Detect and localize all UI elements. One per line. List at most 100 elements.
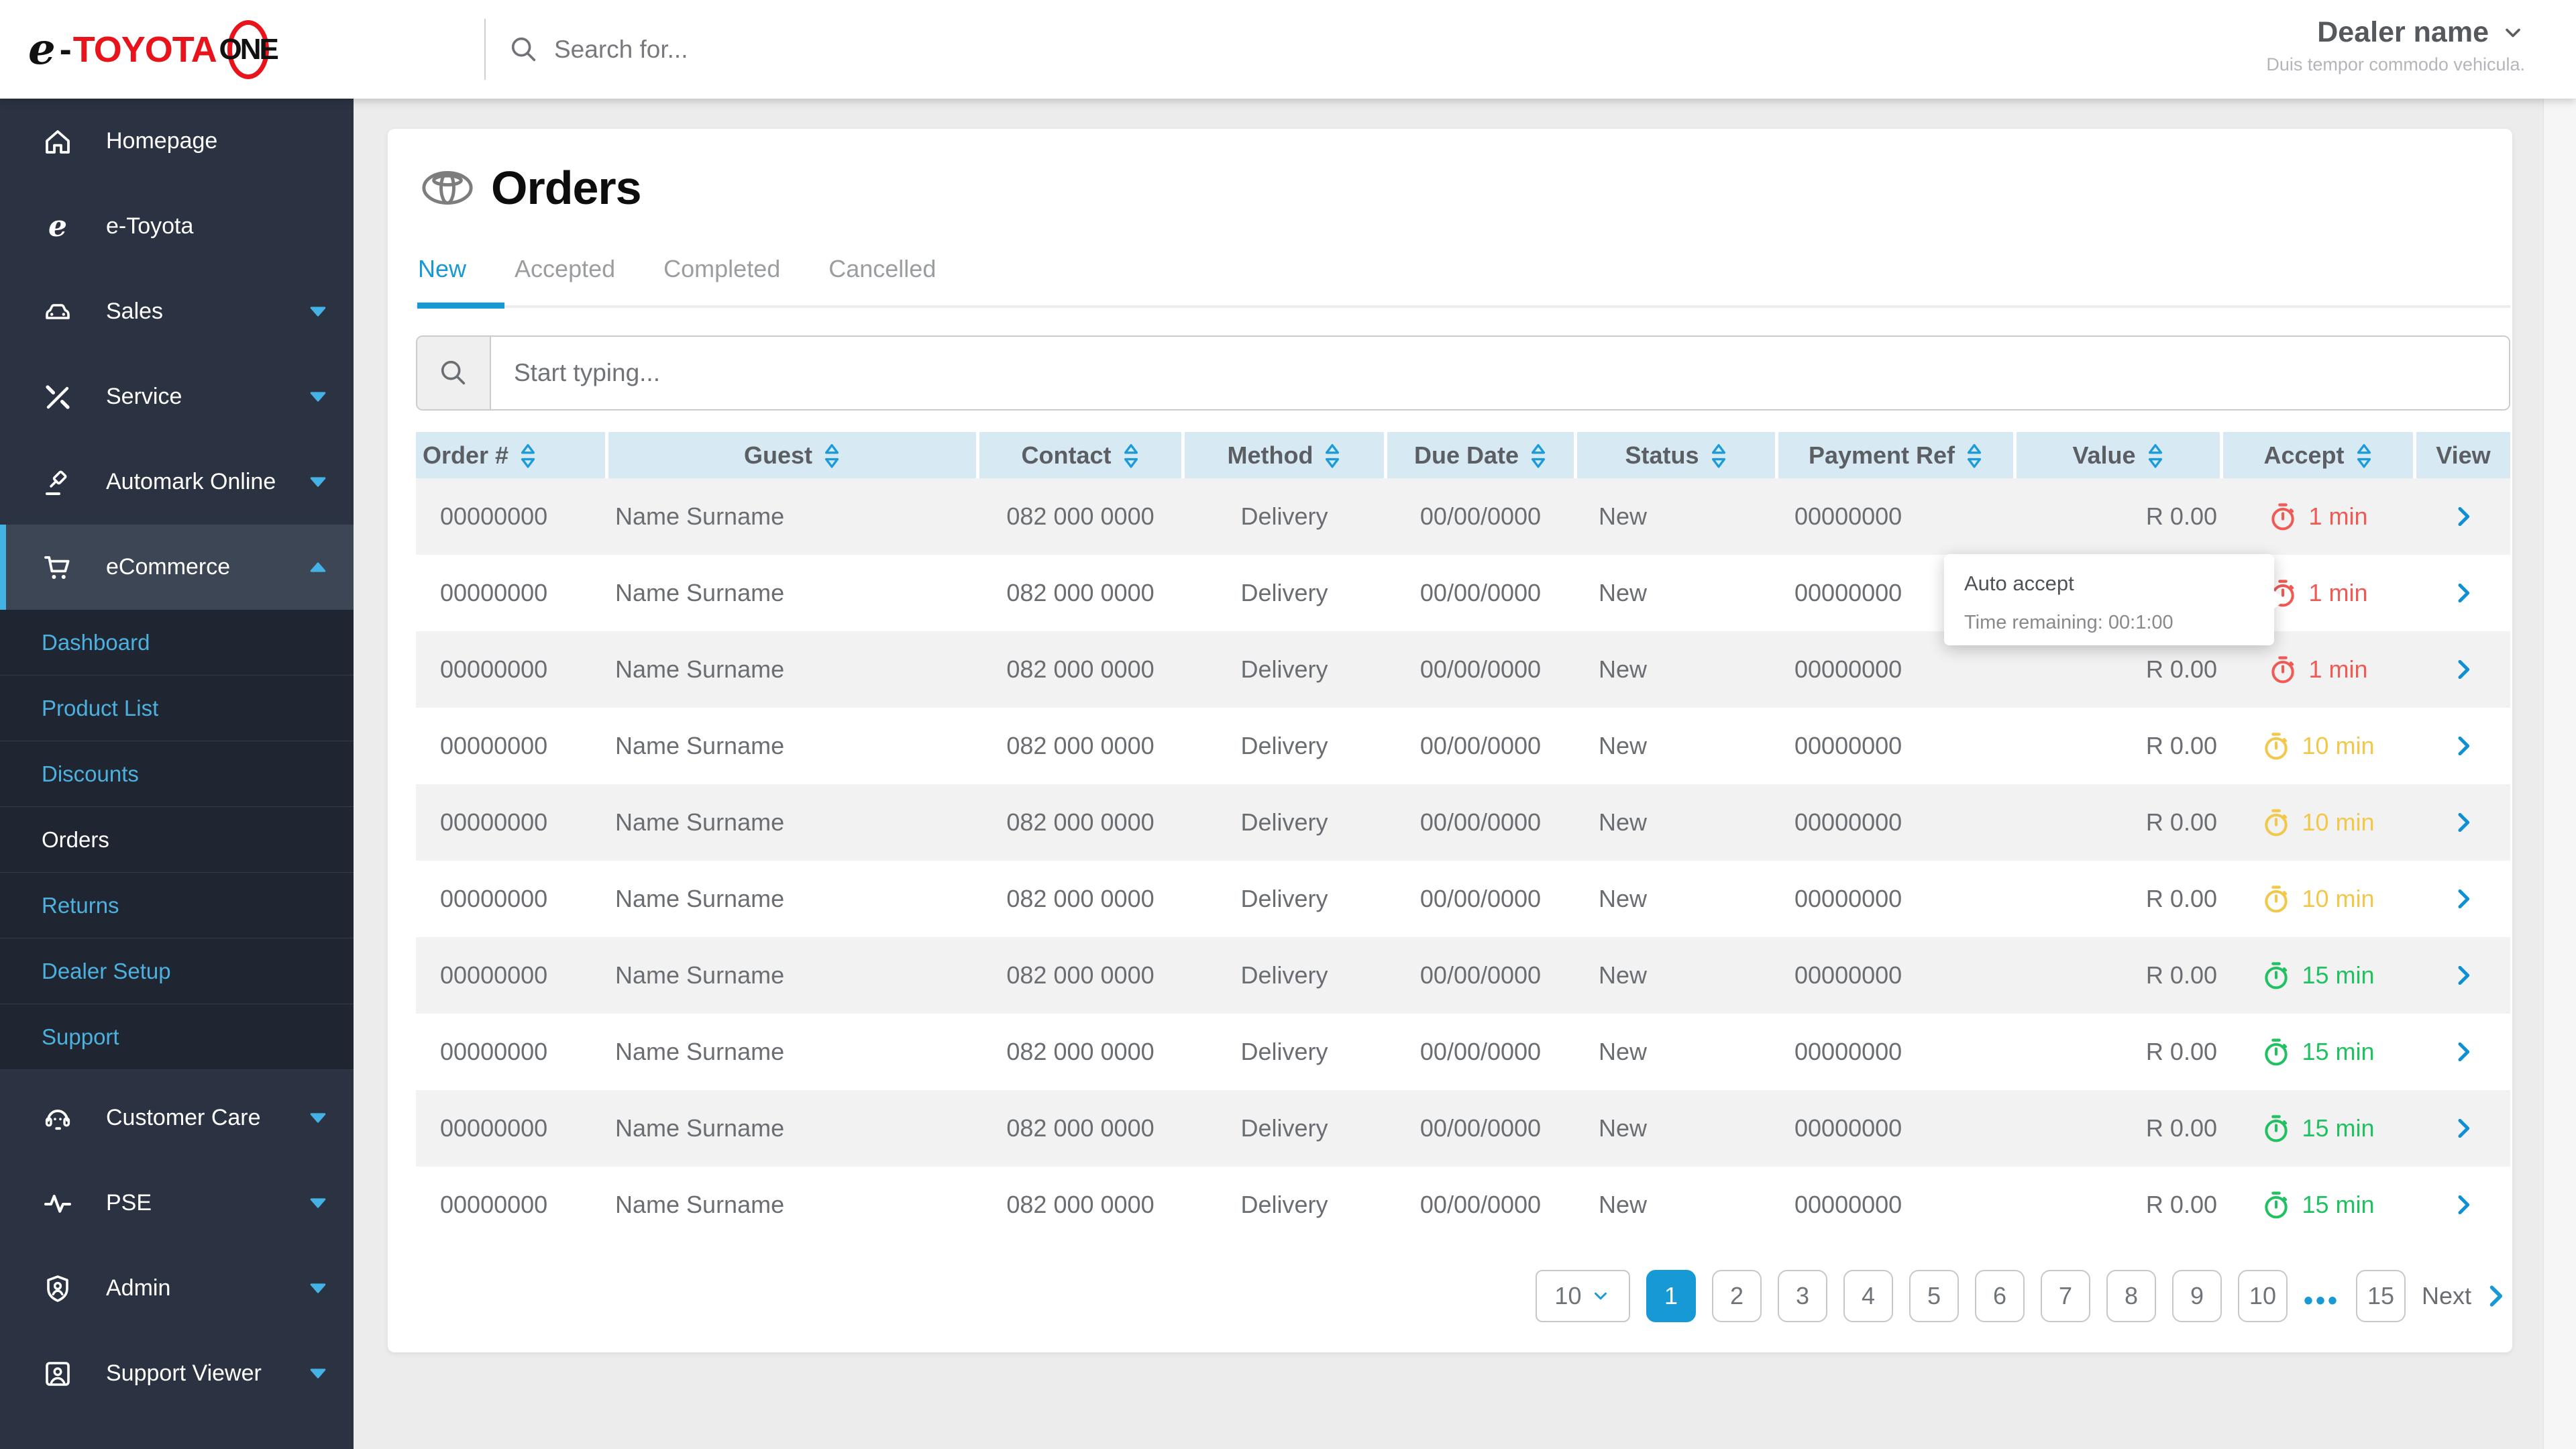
sort-icon[interactable] [1324,441,1341,470]
table-row: 00000000 Name Surname 082 000 0000 Deliv… [416,1167,2510,1243]
sort-icon[interactable] [2355,441,2373,470]
sort-icon[interactable] [2147,441,2164,470]
chevron-down-icon[interactable] [308,1197,328,1209]
view-order-button[interactable] [2450,962,2477,989]
svg-text:e: e [48,211,67,243]
page-button-10[interactable]: 10 [2237,1270,2288,1322]
view-order-button[interactable] [2450,1191,2477,1218]
column-header-status[interactable]: Status [1577,432,1775,478]
column-header-order[interactable]: Order # [416,432,605,478]
tab-cancelled[interactable]: Cancelled [826,255,938,283]
sidebar-item-automark-online[interactable]: Automark Online [0,439,354,525]
page-size-select[interactable]: 10 [1535,1270,1630,1322]
filter-input[interactable] [491,337,2509,409]
column-label: Accept [2263,441,2345,469]
sidebar-item-pse[interactable]: PSE [0,1161,354,1246]
e-toyota-icon: e [42,211,74,243]
column-header-due-date[interactable]: Due Date [1387,432,1574,478]
page-button-15[interactable]: 15 [2355,1270,2406,1322]
dealer-subtitle: Duis tempor commodo vehicula. [2266,54,2525,74]
sidebar-item-orders[interactable]: Orders [0,807,354,873]
order-number: 00000000 [440,885,548,912]
sidebar-item-label: Customer Care [106,1105,261,1130]
column-header-value[interactable]: Value [2017,432,2220,478]
stopwatch-icon [2261,808,2291,837]
page-button-2[interactable]: 2 [1711,1270,1762,1322]
chevron-down-icon[interactable] [308,306,328,317]
view-order-button[interactable] [2450,885,2477,912]
page-button-1[interactable]: 1 [1646,1270,1696,1322]
payment-ref: 00000000 [1794,502,1902,530]
chevron-up-icon[interactable] [308,561,328,573]
chevron-down-icon[interactable] [308,391,328,402]
view-order-button[interactable] [2450,1115,2477,1142]
sidebar-item-customer-care[interactable]: Customer Care [0,1075,354,1161]
page-scrollbar[interactable] [2543,99,2576,1449]
sidebar-item-dashboard[interactable]: Dashboard [0,610,354,676]
sort-icon[interactable] [519,441,537,470]
sidebar-item-dealer-setup[interactable]: Dealer Setup [0,938,354,1004]
view-order-button[interactable] [2450,1038,2477,1065]
tooltip-body: Time remaining: 00:1:00 [1964,612,2174,633]
sidebar-item-e-toyota[interactable]: e e-Toyota [0,184,354,269]
method: Delivery [1240,1191,1328,1218]
sort-icon[interactable] [1122,441,1140,470]
chevron-right-icon [2450,733,2477,759]
page-button-6[interactable]: 6 [1974,1270,2025,1322]
page-button-4[interactable]: 4 [1843,1270,1893,1322]
due-date: 00/00/0000 [1419,1038,1542,1065]
user-card-icon [42,1358,74,1390]
view-order-button[interactable] [2450,656,2477,683]
view-order-button[interactable] [2450,503,2477,530]
sidebar-item-homepage[interactable]: Homepage [0,99,354,184]
view-order-button[interactable] [2450,733,2477,759]
sidebar-item-returns[interactable]: Returns [0,873,354,938]
page-button-7[interactable]: 7 [2040,1270,2090,1322]
chevron-down-icon[interactable] [308,1112,328,1124]
submenu-label: Product List [42,695,159,720]
stopwatch-icon [2261,1190,2291,1220]
page-button-3[interactable]: 3 [1777,1270,1827,1322]
sidebar-item-ecommerce[interactable]: eCommerce [0,525,354,610]
tab-new[interactable]: New [416,255,468,283]
logo-one-badge: ONE [219,17,279,82]
page-button-8[interactable]: 8 [2106,1270,2156,1322]
accept-time: 10 min [2302,808,2375,836]
pagination-ellipsis[interactable]: ••• [2304,1277,2340,1316]
view-order-button[interactable] [2450,580,2477,606]
next-page-button[interactable]: Next [2422,1281,2510,1311]
global-search-input[interactable] [554,35,1024,64]
sidebar-item-support[interactable]: Support [0,1004,354,1070]
dealer-menu[interactable]: Dealer name Duis tempor commodo vehicula… [2266,16,2525,75]
page-button-9[interactable]: 9 [2171,1270,2222,1322]
payment-ref: 00000000 [1794,808,1902,836]
sidebar-item-support-viewer[interactable]: Support Viewer [0,1331,354,1416]
sidebar-item-discounts[interactable]: Discounts [0,741,354,807]
contact-number: 082 000 0000 [1006,808,1155,836]
chevron-down-icon[interactable] [308,1368,328,1379]
chevron-down-icon[interactable] [308,476,328,488]
column-header-guest[interactable]: Guest [608,432,976,478]
sidebar-item-sales[interactable]: Sales [0,269,354,354]
column-header-accept[interactable]: Accept [2223,432,2413,478]
tab-accepted[interactable]: Accepted [513,255,617,283]
sort-icon[interactable] [1966,441,1983,470]
sort-icon[interactable] [1529,441,1547,470]
sort-icon[interactable] [1710,441,1727,470]
tab-completed[interactable]: Completed [661,255,782,283]
sidebar-item-service[interactable]: Service [0,354,354,439]
sort-icon[interactable] [823,441,841,470]
filter-search-button[interactable] [417,337,491,409]
sidebar-item-product-list[interactable]: Product List [0,676,354,741]
page-button-5[interactable]: 5 [1909,1270,1959,1322]
column-header-payment-ref[interactable]: Payment Ref [1778,432,2013,478]
sidebar-item-admin[interactable]: Admin [0,1246,354,1331]
column-header-contact[interactable]: Contact [979,432,1181,478]
status-badge: New [1599,885,1648,912]
chevron-down-icon[interactable] [308,1283,328,1294]
guest-name: Name Surname [615,1038,785,1065]
chevron-down-icon[interactable] [2501,21,2525,45]
view-order-button[interactable] [2450,809,2477,836]
column-header-method[interactable]: Method [1185,432,1384,478]
accept-time: 15 min [2302,1114,2375,1142]
